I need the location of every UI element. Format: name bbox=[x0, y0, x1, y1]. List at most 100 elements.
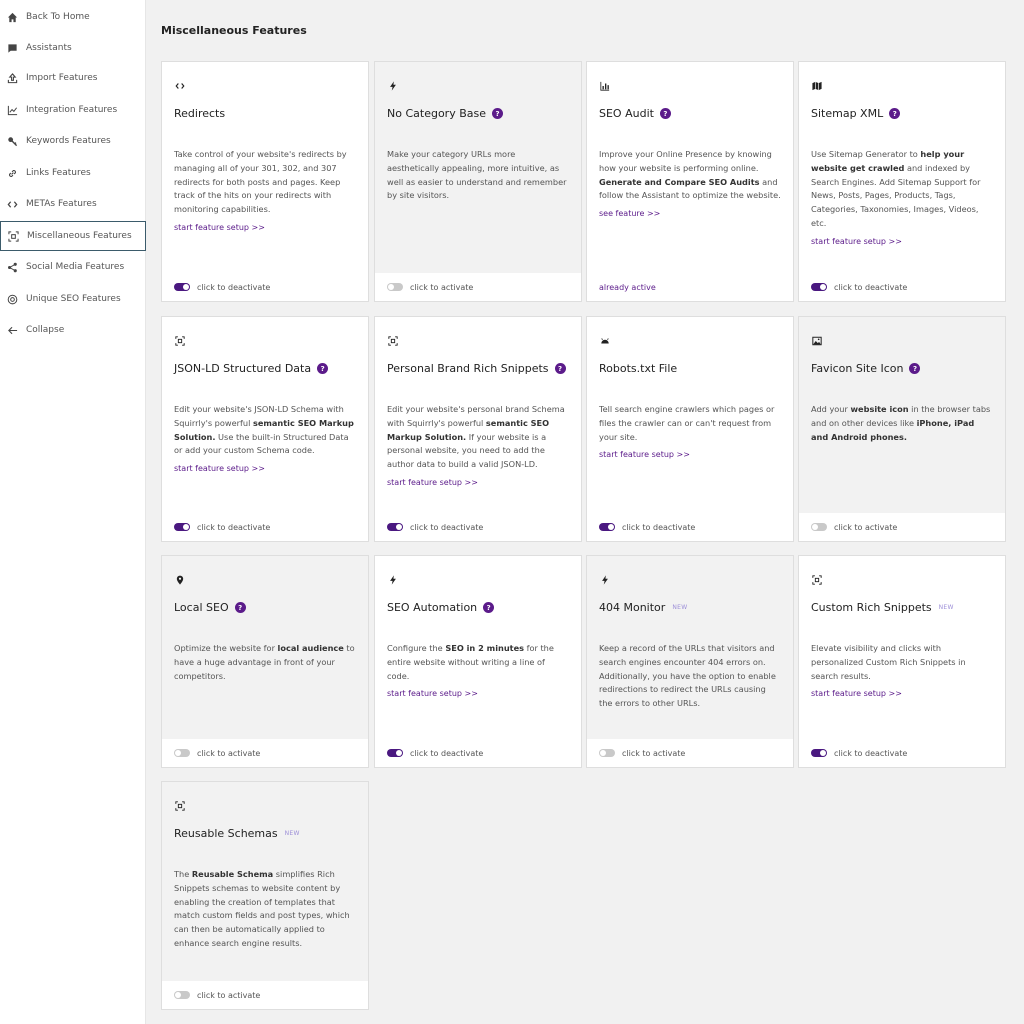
new-badge: NEW bbox=[284, 830, 300, 837]
feature-card-seo-automation: SEO Automation? Configure the SEO in 2 mi… bbox=[374, 555, 582, 768]
sidebar-item-collapse[interactable]: Collapse bbox=[0, 315, 146, 345]
feature-toggle[interactable] bbox=[174, 749, 190, 757]
feature-card-body: Redirects Take control of your website's … bbox=[162, 62, 368, 273]
feature-toggle[interactable] bbox=[174, 283, 190, 291]
click-to-deactivate-label[interactable]: click to deactivate bbox=[410, 523, 483, 532]
click-to-deactivate-label[interactable]: click to deactivate bbox=[834, 283, 907, 292]
click-to-activate-label[interactable]: click to activate bbox=[410, 283, 473, 292]
sidebar-item-label: Social Media Features bbox=[26, 262, 125, 272]
click-to-activate-label[interactable]: click to activate bbox=[197, 991, 260, 1000]
already-active-label[interactable]: already active bbox=[599, 283, 656, 292]
sidebar-item-label: Import Features bbox=[26, 73, 98, 83]
click-to-deactivate-label[interactable]: click to deactivate bbox=[197, 283, 270, 292]
start-feature-setup-link[interactable]: start feature setup >> bbox=[811, 235, 993, 249]
feature-card-footer: click to deactivate bbox=[162, 513, 368, 541]
feature-title: Redirects bbox=[174, 107, 226, 120]
help-icon[interactable]: ? bbox=[317, 363, 329, 374]
sidebar-item-label: Assistants bbox=[26, 43, 72, 53]
bolt-icon bbox=[387, 574, 399, 586]
sidebar-item-label: Links Features bbox=[26, 168, 91, 178]
sidebar-item-social-media-features[interactable]: Social Media Features bbox=[0, 252, 146, 282]
start-feature-setup-link[interactable]: start feature setup >> bbox=[387, 476, 569, 490]
feature-card-body: Custom Rich Snippets NEW Elevate visibilit… bbox=[799, 556, 1005, 739]
sidebar-item-keywords-features[interactable]: Keywords Features bbox=[0, 126, 146, 156]
click-to-deactivate-label[interactable]: click to deactivate bbox=[197, 523, 270, 532]
click-to-activate-label[interactable]: click to activate bbox=[622, 749, 685, 758]
frame-icon bbox=[174, 800, 186, 812]
bolt-icon bbox=[387, 80, 399, 92]
feature-toggle[interactable] bbox=[387, 749, 403, 757]
click-to-activate-label[interactable]: click to activate bbox=[834, 523, 897, 532]
home-icon bbox=[5, 10, 19, 24]
feature-title-row: No Category Base? bbox=[387, 107, 573, 120]
feature-title-row: Custom Rich Snippets NEW bbox=[811, 601, 997, 614]
feature-description-text: Use Sitemap Generator to help your websi… bbox=[811, 149, 981, 228]
start-feature-setup-link[interactable]: start feature setup >> bbox=[387, 687, 569, 701]
feature-card-footer: click to activate bbox=[587, 739, 793, 767]
feature-toggle[interactable] bbox=[387, 283, 403, 291]
feature-toggle[interactable] bbox=[387, 523, 403, 531]
help-icon[interactable]: ? bbox=[554, 363, 566, 374]
help-icon[interactable]: ? bbox=[483, 602, 495, 613]
help-icon[interactable]: ? bbox=[889, 108, 901, 119]
click-to-activate-label[interactable]: click to activate bbox=[197, 749, 260, 758]
feature-toggle[interactable] bbox=[599, 749, 615, 757]
feature-description-text: Tell search engine crawlers which pages … bbox=[599, 404, 775, 442]
sidebar-item-label: Keywords Features bbox=[26, 136, 111, 146]
feature-toggle[interactable] bbox=[599, 523, 615, 531]
chat-icon bbox=[5, 41, 19, 55]
click-to-deactivate-label[interactable]: click to deactivate bbox=[410, 749, 483, 758]
feature-description: Take control of your website's redirects… bbox=[174, 148, 356, 235]
feature-description: Tell search engine crawlers which pages … bbox=[599, 403, 781, 462]
sidebar-item-miscellaneous-features[interactable]: Miscellaneous Features bbox=[0, 221, 146, 251]
feature-title: Custom Rich Snippets bbox=[811, 601, 932, 614]
feature-toggle[interactable] bbox=[811, 749, 827, 757]
feature-description: Use Sitemap Generator to help your websi… bbox=[811, 148, 993, 249]
help-icon[interactable]: ? bbox=[909, 363, 921, 374]
feature-title-row: Reusable Schemas NEW bbox=[174, 827, 360, 840]
feature-toggle[interactable] bbox=[811, 283, 827, 291]
page-title: Miscellaneous Features bbox=[161, 24, 307, 37]
frame-icon bbox=[387, 335, 399, 347]
feature-card-footer: click to activate bbox=[162, 739, 368, 767]
sidebar-item-integration-features[interactable]: Integration Features bbox=[0, 95, 146, 125]
feature-title: No Category Base bbox=[387, 107, 486, 120]
feature-title: Reusable Schemas bbox=[174, 827, 278, 840]
sidebar-item-metas-features[interactable]: METAs Features bbox=[0, 189, 146, 219]
pin-icon bbox=[174, 574, 186, 586]
feature-description-text: The Reusable Schema simplifies Rich Snip… bbox=[174, 869, 350, 948]
image-icon bbox=[811, 335, 823, 347]
feature-description-text: Take control of your website's redirects… bbox=[174, 149, 347, 215]
sidebar-item-assistants[interactable]: Assistants bbox=[0, 33, 146, 63]
bar-chart-icon bbox=[599, 80, 611, 92]
frame-icon bbox=[174, 335, 186, 347]
start-feature-setup-link[interactable]: start feature setup >> bbox=[599, 448, 781, 462]
click-to-deactivate-label[interactable]: click to deactivate bbox=[622, 523, 695, 532]
feature-title-row: Sitemap XML? bbox=[811, 107, 997, 120]
start-feature-setup-link[interactable]: start feature setup >> bbox=[811, 687, 993, 701]
help-icon[interactable]: ? bbox=[234, 602, 246, 613]
start-feature-setup-link[interactable]: start feature setup >> bbox=[174, 221, 356, 235]
feature-title: 404 Monitor bbox=[599, 601, 666, 614]
sidebar-item-import-features[interactable]: Import Features bbox=[0, 63, 146, 93]
feature-toggle[interactable] bbox=[174, 991, 190, 999]
feature-toggle[interactable] bbox=[174, 523, 190, 531]
help-icon[interactable]: ? bbox=[491, 108, 503, 119]
feature-description-text: Configure the SEO in 2 minutes for the e… bbox=[387, 643, 554, 681]
arrow-left-icon bbox=[5, 323, 19, 337]
sidebar-item-back-to-home[interactable]: Back To Home bbox=[0, 2, 146, 32]
feature-card-body: Favicon Site Icon? Add your website icon … bbox=[799, 317, 1005, 513]
sidebar-item-label: Collapse bbox=[26, 325, 65, 335]
feature-title-row: JSON-LD Structured Data? bbox=[174, 362, 360, 375]
feature-card-footer: click to activate bbox=[162, 981, 368, 1009]
feature-toggle[interactable] bbox=[811, 523, 827, 531]
sidebar-item-unique-seo-features[interactable]: Unique SEO Features bbox=[0, 284, 146, 314]
sidebar: Back To Home Assistants Import Features Int… bbox=[0, 0, 146, 1024]
click-to-deactivate-label[interactable]: click to deactivate bbox=[834, 749, 907, 758]
feature-card-footer: click to deactivate bbox=[375, 739, 581, 767]
sidebar-item-links-features[interactable]: Links Features bbox=[0, 158, 146, 188]
help-icon[interactable]: ? bbox=[659, 108, 671, 119]
start-feature-setup-link[interactable]: start feature setup >> bbox=[174, 462, 356, 476]
feature-description: Optimize the website for local audience … bbox=[174, 642, 356, 683]
see-feature-link[interactable]: see feature >> bbox=[599, 207, 781, 221]
